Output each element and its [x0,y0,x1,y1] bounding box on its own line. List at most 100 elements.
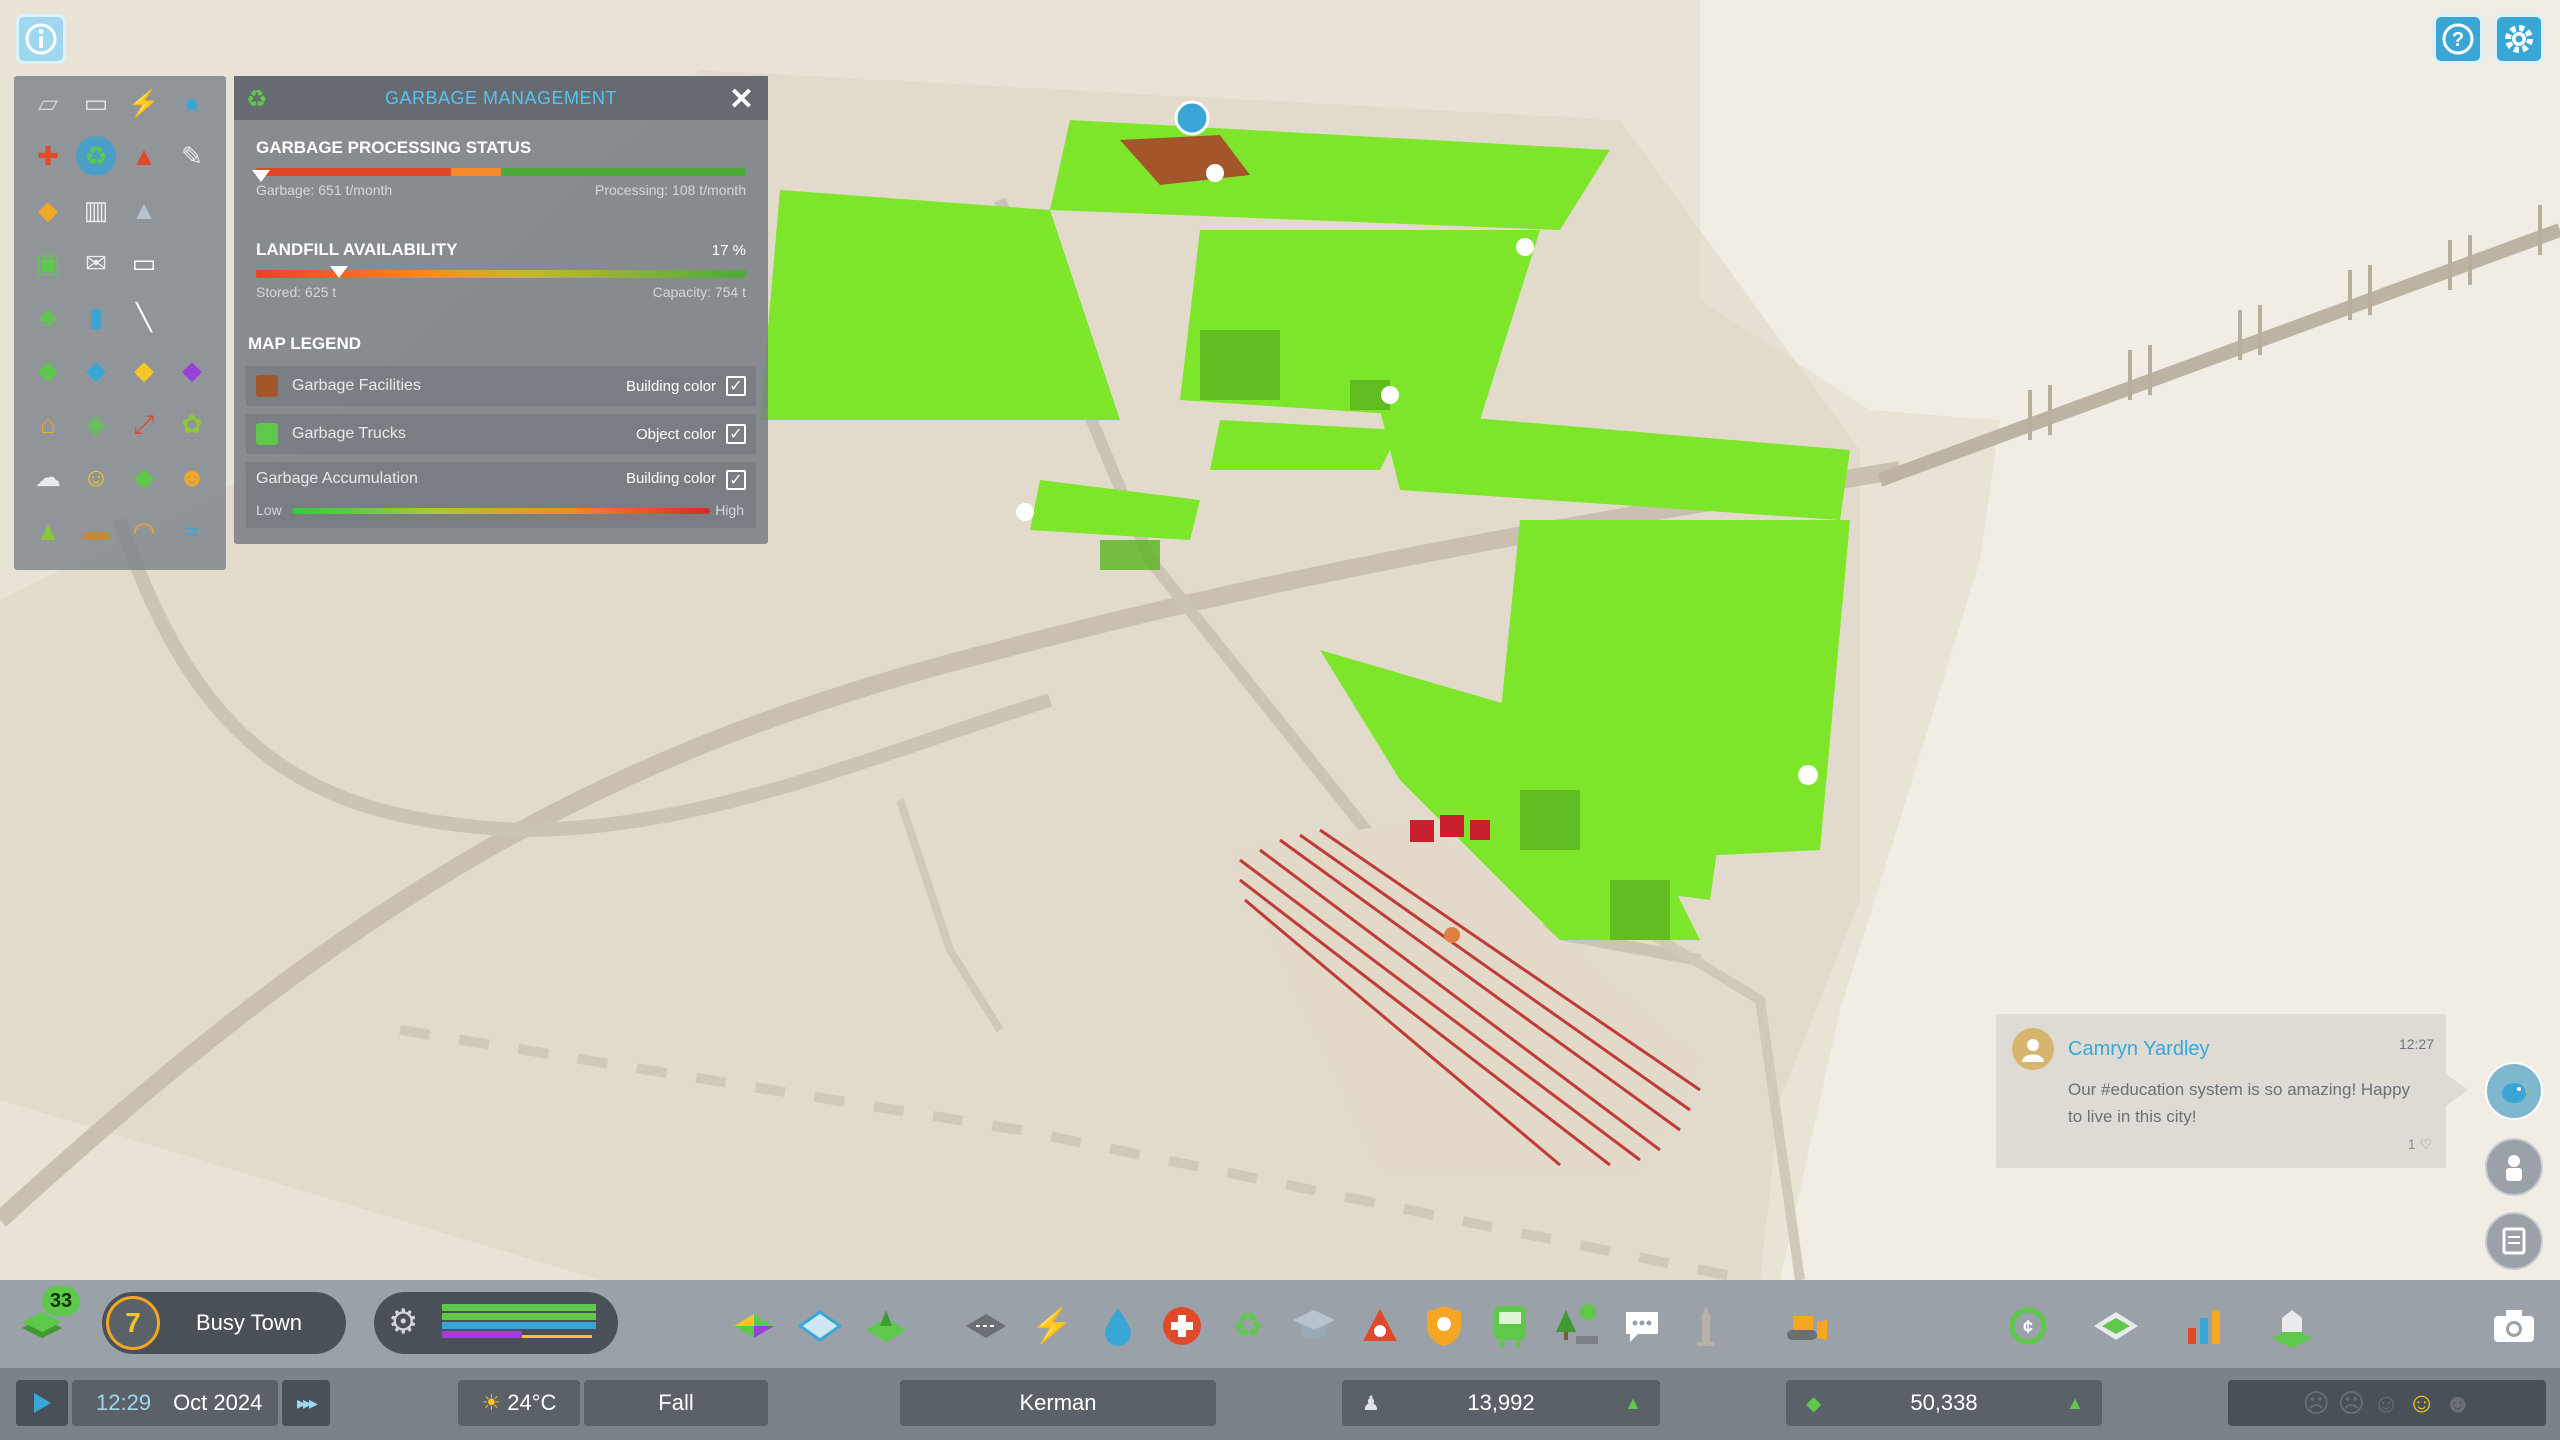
milestone-pill[interactable]: 7 Busy Town [102,1292,346,1354]
bulldozer-icon[interactable] [1782,1302,1830,1350]
electricity-icon[interactable]: ⚡ [1028,1302,1076,1350]
park-icon[interactable]: ♣ [28,297,68,337]
neutral-face-icon: ☺ [2372,1387,2400,1418]
money-display[interactable]: ◆ 50,338 ▲ [1786,1380,2102,1426]
natural-resources-icon[interactable]: ▬ [76,511,116,551]
trash-can-icon[interactable]: ▮ [76,297,116,337]
info-views-row: ◆ ▥ ▲ [14,183,226,237]
mail-icon[interactable]: ✉ [76,243,116,283]
traffic-icon[interactable]: ⤢ [124,404,164,444]
avatar [2012,1028,2054,1070]
health-icon[interactable]: ✚ [28,136,68,176]
close-icon[interactable]: ✕ [729,82,754,117]
settings-button[interactable] [2494,14,2544,64]
map-tiles-icon[interactable] [2092,1302,2140,1350]
water-icon[interactable] [1094,1302,1142,1350]
landscaping-icon[interactable] [862,1302,910,1350]
happiness-icon[interactable]: ☺ [76,457,116,497]
education-icon[interactable]: ▲ [124,190,164,230]
transport-icon[interactable] [1486,1302,1534,1350]
level-circle: 7 [106,1296,160,1350]
panel-header[interactable]: ♻ GARBAGE MANAGEMENT ✕ [234,76,768,120]
communication-icon[interactable]: ▭ [124,243,164,283]
fire-icon[interactable]: ▲ [124,136,164,176]
citizens-icon[interactable]: ☁ [28,457,68,497]
terrain-icon[interactable]: ▲ [28,511,68,551]
residential-zone-icon[interactable]: ◆ [28,350,68,390]
public-transport-icon[interactable]: ▣ [28,243,68,283]
speed-button[interactable]: ▸▸▸ [282,1380,330,1426]
chirp-likes[interactable]: 1 ♡ [2408,1136,2432,1153]
commercial-zone-icon[interactable]: ◆ [76,350,116,390]
city-name-display[interactable]: Kerman [900,1380,1216,1426]
road-icon[interactable]: ▱ [28,83,68,123]
police-icon[interactable] [1420,1302,1468,1350]
heart-icon: ♡ [2419,1136,2432,1152]
noise-icon[interactable]: ◠ [124,511,164,551]
chirp-message[interactable]: Camryn Yardley 12:27 Our #education syst… [1996,1014,2468,1168]
camera-icon[interactable] [2490,1302,2538,1350]
scale-high-label: High [715,502,744,518]
play-button[interactable] [16,1380,68,1426]
legend-row-garbage-accumulation[interactable]: Garbage Accumulation Building color ✓ Lo… [246,462,756,528]
processing-marker-icon [252,170,270,182]
demand-pill[interactable]: ⚙ [374,1292,618,1354]
processing-title: GARBAGE PROCESSING STATUS [256,138,532,157]
maintenance-icon[interactable]: ✎ [172,136,212,176]
industrial-zone-icon[interactable]: ◆ [124,350,164,390]
checkbox[interactable]: ✓ [726,424,746,444]
sun-icon: ☀ [481,1390,502,1415]
pipe-icon[interactable]: ╲ [124,297,164,337]
money-icon: ◆ [1806,1392,1822,1415]
police-icon[interactable]: ◆ [28,190,68,230]
season-label: Fall [658,1390,694,1415]
svg-text:?: ? [2452,29,2464,51]
population-trend-icon: ▲ [1624,1392,1642,1413]
chirp-author[interactable]: Camryn Yardley [2068,1038,2210,1061]
legend-label: Garbage Trucks [292,425,406,442]
garbage-icon[interactable]: ♻ [76,136,116,177]
zoning-icon[interactable] [730,1302,778,1350]
legend-row-garbage-trucks[interactable]: Garbage Trucks Object color ✓ [246,414,756,454]
info-button[interactable] [16,14,66,64]
legend-row-garbage-facilities[interactable]: Garbage Facilities Building color ✓ [246,366,756,406]
area-icon[interactable] [796,1302,844,1350]
workers-icon[interactable]: ☻ [172,457,212,497]
water-icon[interactable]: ● [172,83,212,123]
info-views-row: ⌂ ◈ ⤢ ✿ [14,397,226,451]
wealth-icon[interactable]: ◆ [124,457,164,497]
economy-icon[interactable]: ¢ [2004,1302,2052,1350]
checkbox[interactable]: ✓ [726,376,746,396]
citizen-button[interactable] [2485,1138,2543,1196]
garbage-icon[interactable]: ♻ [1224,1302,1272,1350]
office-zone-icon[interactable]: ◆ [172,350,212,390]
demand-bars [442,1304,596,1338]
electricity-icon[interactable]: ⚡ [124,83,164,123]
education-icon[interactable] [1290,1302,1338,1350]
population-display[interactable]: ♟ 13,992 ▲ [1342,1380,1660,1426]
checkbox[interactable]: ✓ [726,470,746,490]
level-number: 7 [125,1307,141,1338]
transport-icon[interactable]: ▭ [76,83,116,123]
journal-button[interactable] [2485,1212,2543,1270]
statistics-icon[interactable] [2180,1302,2228,1350]
land-value-icon[interactable]: ◈ [76,404,116,444]
housing-icon[interactable]: ⌂ [28,404,68,444]
fire-icon[interactable] [1356,1302,1404,1350]
chirper-button[interactable] [2485,1062,2543,1120]
progression-icon[interactable] [2268,1302,2316,1350]
info-views-row: ▱ ▭ ⚡ ● [14,76,226,130]
government-icon[interactable]: ▥ [76,190,116,230]
wind-icon[interactable]: ≈ [172,511,212,551]
health-icon[interactable] [1158,1302,1206,1350]
roads-icon[interactable] [962,1302,1010,1350]
legend-title: MAP LEGEND [248,334,362,353]
date-label: Oct 2024 [173,1390,263,1415]
landfill-percent: 17 % [711,242,746,259]
parks-icon[interactable] [1552,1302,1600,1350]
help-button[interactable]: ? [2433,14,2483,64]
landmark-icon[interactable] [1682,1302,1730,1350]
pollution-icon[interactable]: ✿ [172,404,212,444]
communications-icon[interactable] [1618,1302,1666,1350]
happiness-display[interactable]: ☹ ☹ ☺ ☺ ☻ [2228,1380,2546,1426]
